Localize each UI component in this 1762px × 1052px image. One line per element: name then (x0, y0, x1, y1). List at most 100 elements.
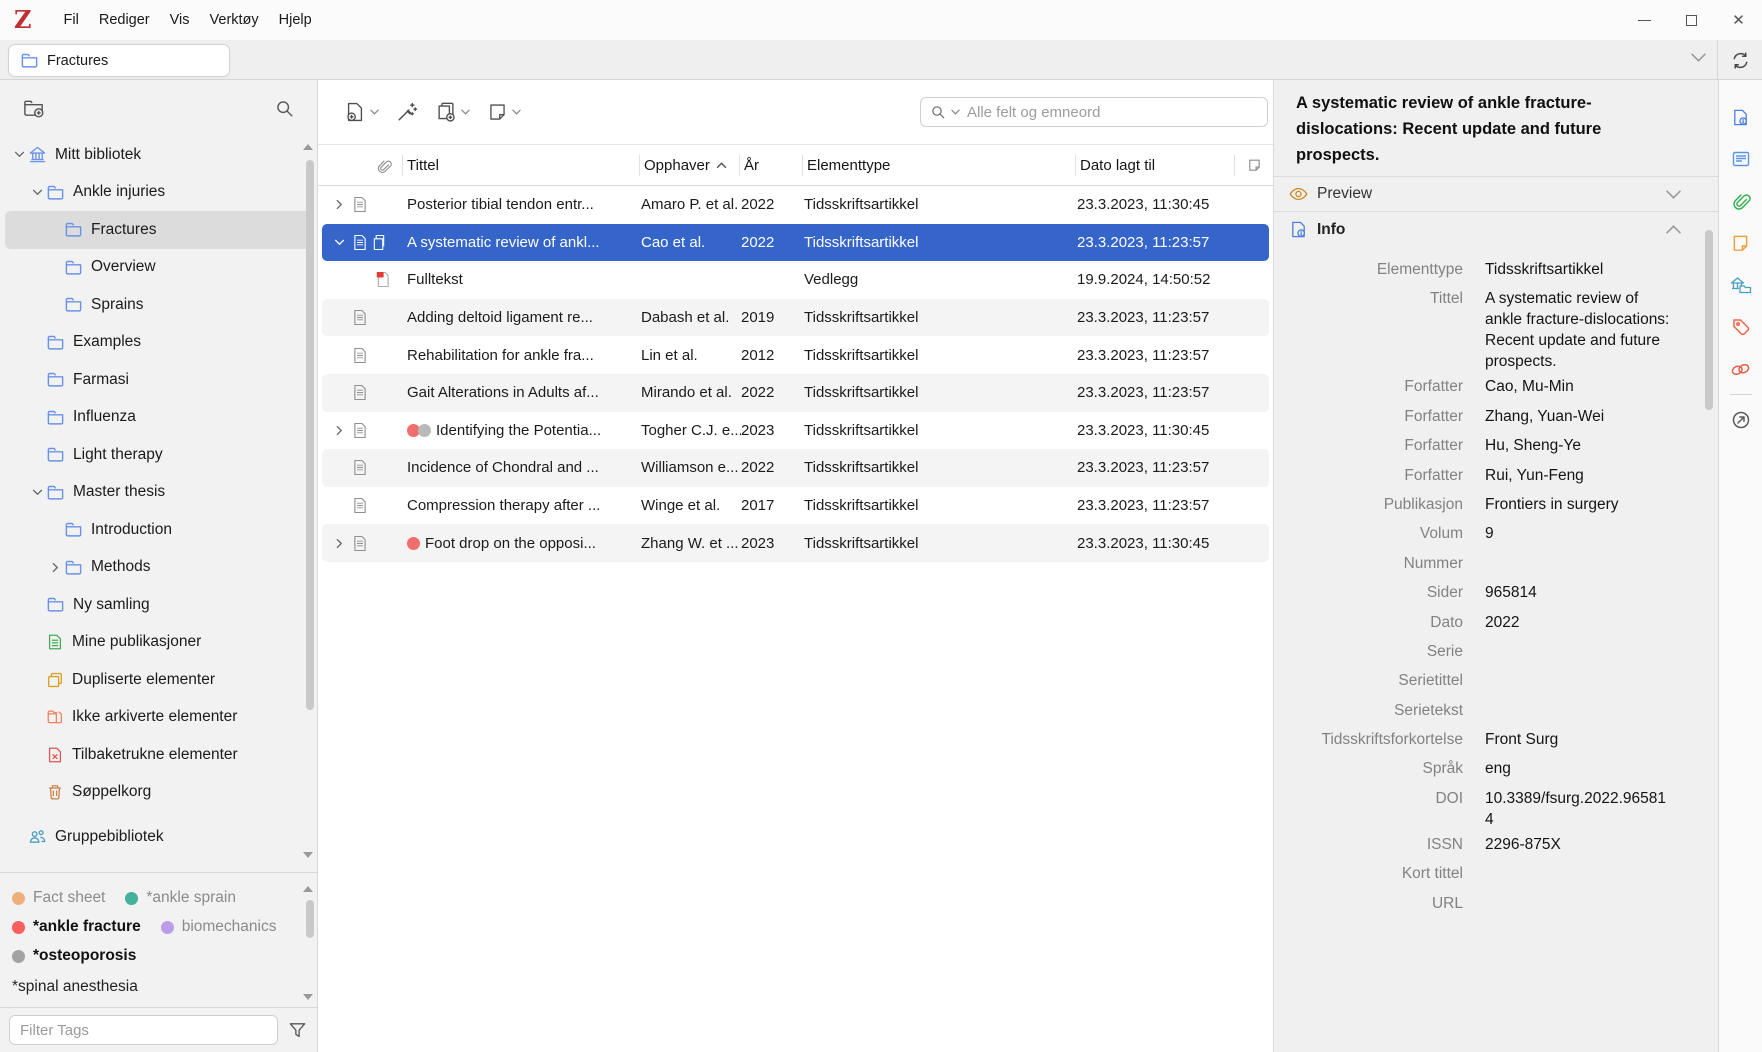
tag-biomechanics[interactable]: biomechanics (161, 918, 277, 936)
sidebar-item-mitt-bibliotek[interactable]: Mitt bibliotek (5, 136, 312, 174)
sidebar-item-dupliserte-elementer[interactable]: Dupliserte elementer (5, 661, 312, 699)
nav-tags-button[interactable] (1729, 316, 1753, 338)
info-section-header[interactable]: Info (1274, 212, 1718, 247)
sidebar-item-master-thesis[interactable]: Master thesis (5, 474, 312, 512)
twisty-expanded-icon[interactable] (330, 239, 348, 246)
sidebar-item-fractures[interactable]: Fractures (5, 211, 312, 249)
sidebar-item-ankle-injuries[interactable]: Ankle injuries (5, 174, 312, 212)
menu-verktøy[interactable]: Verktøy (200, 0, 269, 40)
sidebar-item-light-therapy[interactable]: Light therapy (5, 436, 312, 474)
field-value[interactable] (1485, 637, 1671, 641)
tab-fractures[interactable]: Fractures (8, 44, 230, 77)
sync-icon[interactable] (1730, 50, 1751, 71)
new-collection-button[interactable] (22, 97, 45, 120)
add-by-identifier-button[interactable] (396, 101, 418, 123)
close-button[interactable]: ✕ (1715, 0, 1762, 40)
sidebar-item-ny-samling[interactable]: Ny samling (5, 586, 312, 624)
chevron-up-icon[interactable] (1666, 225, 1681, 234)
column-creator[interactable]: Opphaver (641, 145, 741, 186)
nav-libraries-collections-button[interactable] (1729, 274, 1753, 296)
chevron-down-icon[interactable] (951, 109, 960, 115)
chevron-down-icon[interactable] (1666, 190, 1681, 199)
nav-notes-button[interactable] (1729, 232, 1753, 254)
tag-osteoporosis[interactable]: *osteoporosis (12, 947, 136, 965)
sidebar-item-ikke-arkiverte-elementer[interactable]: Ikke arkiverte elementer (5, 699, 312, 737)
maximize-button[interactable] (1668, 0, 1715, 40)
field-value[interactable]: 10.3389/fsurg.2022.965814 (1485, 784, 1671, 830)
item-row-identifying-the-potentia[interactable]: Identifying the Potentia...Togher C.J. e… (322, 412, 1269, 450)
field-value[interactable]: Frontiers in surgery (1485, 490, 1671, 515)
tags-scroll-up-arrow[interactable] (303, 886, 313, 892)
scroll-down-arrow[interactable] (303, 852, 313, 858)
sidebar-scrollbar[interactable] (306, 160, 314, 710)
field-value[interactable]: Hu, Sheng-Ye (1485, 431, 1671, 456)
column-date-added[interactable]: Dato lagt til (1077, 145, 1236, 186)
sidebar-item-examples[interactable]: Examples (5, 324, 312, 362)
tags-scrollbar[interactable] (306, 900, 314, 938)
menu-fil[interactable]: Fil (54, 0, 89, 40)
nav-info-button[interactable] (1729, 106, 1753, 128)
sidebar-item-overview[interactable]: Overview (5, 249, 312, 287)
field-value[interactable]: eng (1485, 754, 1671, 779)
tags-scroll-down-arrow[interactable] (303, 994, 313, 1000)
sidebar-item-sprains[interactable]: Sprains (5, 286, 312, 324)
preview-section-header[interactable]: Preview (1274, 177, 1718, 212)
column-title[interactable]: Tittel (404, 145, 641, 186)
twisty-right-icon[interactable] (46, 562, 64, 573)
new-attachment-button[interactable] (435, 101, 470, 123)
field-value[interactable]: 965814 (1485, 578, 1671, 603)
nav-attachments-button[interactable] (1729, 190, 1753, 212)
tag-ankle-sprain[interactable]: *ankle sprain (125, 889, 236, 907)
nav-locate-button[interactable] (1729, 409, 1753, 431)
field-value[interactable] (1485, 666, 1671, 670)
item-row-adding-deltoid-ligament-re[interactable]: Adding deltoid ligament re...Dabash et a… (322, 299, 1269, 337)
field-value[interactable] (1485, 696, 1671, 700)
sidebar-item-farmasi[interactable]: Farmasi (5, 361, 312, 399)
field-value[interactable]: 2296-875X (1485, 830, 1671, 855)
tag-fact-sheet[interactable]: Fact sheet (12, 889, 105, 907)
field-value[interactable]: Tidsskriftsartikkel (1485, 255, 1671, 280)
twisty-collapsed-icon[interactable] (330, 425, 348, 436)
search-icon[interactable] (274, 98, 295, 119)
field-value[interactable]: Front Surg (1485, 725, 1671, 750)
nav-related-button[interactable] (1729, 358, 1753, 380)
field-value[interactable]: Rui, Yun-Feng (1485, 461, 1671, 486)
sidebar-item-tilbaketrukne-elementer[interactable]: Tilbaketrukne elementer (5, 736, 312, 774)
sidebar-item-søppelkorg[interactable]: Søppelkorg (5, 774, 312, 812)
menu-rediger[interactable]: Rediger (89, 0, 160, 40)
field-value[interactable]: Zhang, Yuan-Wei (1485, 402, 1671, 427)
field-value[interactable]: 2022 (1485, 608, 1671, 633)
twisty-collapsed-icon[interactable] (330, 199, 348, 210)
twisty-down-icon[interactable] (28, 489, 46, 496)
menu-vis[interactable]: Vis (160, 0, 200, 40)
column-year[interactable]: År (741, 145, 804, 186)
new-note-button[interactable] (487, 102, 521, 123)
field-value[interactable] (1485, 889, 1671, 893)
item-row-fulltekst[interactable]: FulltekstVedlegg19.9.2024, 14:50:52 (322, 261, 1269, 299)
item-row-a-systematic-review-of-ankl[interactable]: A systematic review of ankl...Cao et al.… (322, 224, 1269, 262)
field-value[interactable]: 9 (1485, 519, 1671, 544)
tag-filter-input[interactable] (9, 1015, 278, 1045)
field-value[interactable]: Cao, Mu-Min (1485, 372, 1671, 397)
sidebar-item-mine-publikasjoner[interactable]: Mine publikasjoner (5, 624, 312, 662)
item-row-incidence-of-chondral-and[interactable]: Incidence of Chondral and ...Williamson … (322, 449, 1269, 487)
sidebar-item-influenza[interactable]: Influenza (5, 399, 312, 437)
item-row-rehabilitation-for-ankle-fra[interactable]: Rehabilitation for ankle fra...Lin et al… (322, 336, 1269, 374)
sidebar-item-methods[interactable]: Methods (5, 549, 312, 587)
twisty-down-icon[interactable] (10, 151, 28, 158)
twisty-down-icon[interactable] (28, 189, 46, 196)
column-attachment[interactable] (322, 145, 404, 186)
item-row-posterior-tibial-tendon-entr[interactable]: Posterior tibial tendon entr...Amaro P. … (322, 186, 1269, 224)
item-row-gait-alterations-in-adults-af[interactable]: Gait Alterations in Adults af...Mirando … (322, 374, 1269, 412)
tag-spinal-anesthesia[interactable]: *spinal anesthesia (12, 978, 138, 996)
field-value[interactable] (1485, 549, 1671, 553)
twisty-collapsed-icon[interactable] (330, 538, 348, 549)
new-item-button[interactable] (344, 101, 379, 123)
item-pane-scrollbar[interactable] (1705, 230, 1713, 410)
item-row-foot-drop-on-the-opposi[interactable]: Foot drop on the opposi...Zhang W. et ..… (322, 524, 1269, 562)
field-value[interactable] (1485, 859, 1671, 863)
column-note[interactable] (1236, 145, 1269, 186)
scroll-up-arrow[interactable] (303, 144, 313, 150)
tag-ankle-fracture[interactable]: *ankle fracture (12, 918, 141, 936)
field-value[interactable]: A systematic review of ankle fracture-di… (1485, 284, 1671, 372)
